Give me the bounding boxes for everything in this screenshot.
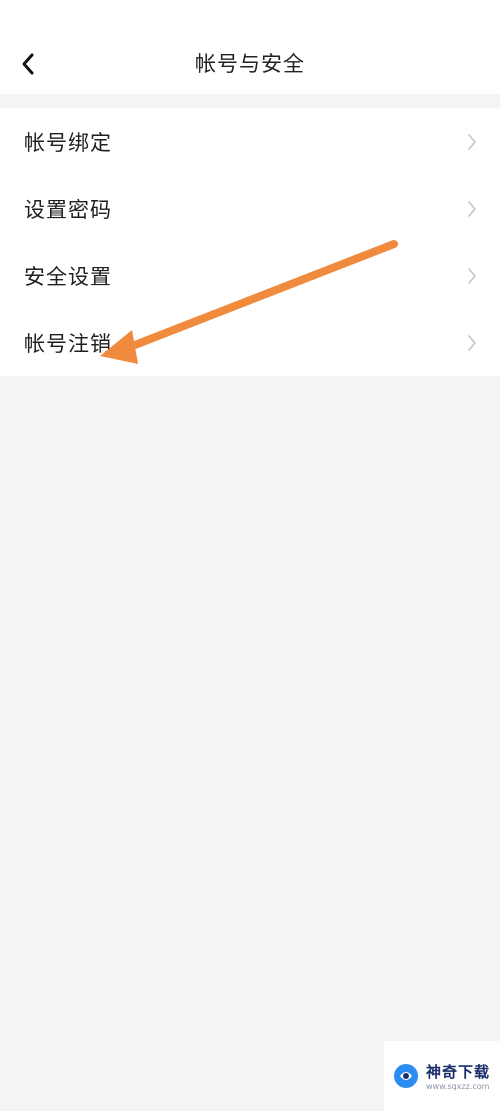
menu-item-account-binding[interactable]: 帐号绑定 [0, 108, 500, 175]
watermark-name: 神奇下载 [426, 1063, 491, 1081]
chevron-right-icon [468, 200, 476, 217]
brand-logo-icon [394, 1064, 418, 1088]
menu-item-label: 安全设置 [24, 264, 112, 289]
app-header: 帐号与安全 [0, 0, 500, 94]
page-title: 帐号与安全 [195, 52, 305, 76]
chevron-right-icon [468, 334, 476, 351]
menu-item-label: 帐号注销 [24, 331, 112, 356]
menu-item-label: 设置密码 [24, 197, 112, 222]
chevron-right-icon [468, 133, 476, 150]
watermark: 神奇下载 www.sqxzz.com [384, 1041, 500, 1111]
settings-menu: 帐号绑定 设置密码 安全设置 帐号注销 [0, 108, 500, 376]
chevron-right-icon [468, 267, 476, 284]
menu-item-label: 帐号绑定 [24, 130, 112, 155]
menu-item-set-password[interactable]: 设置密码 [0, 175, 500, 242]
watermark-url: www.sqxzz.com [426, 1082, 490, 1091]
menu-item-security-settings[interactable]: 安全设置 [0, 242, 500, 309]
menu-item-account-cancellation[interactable]: 帐号注销 [0, 309, 500, 376]
